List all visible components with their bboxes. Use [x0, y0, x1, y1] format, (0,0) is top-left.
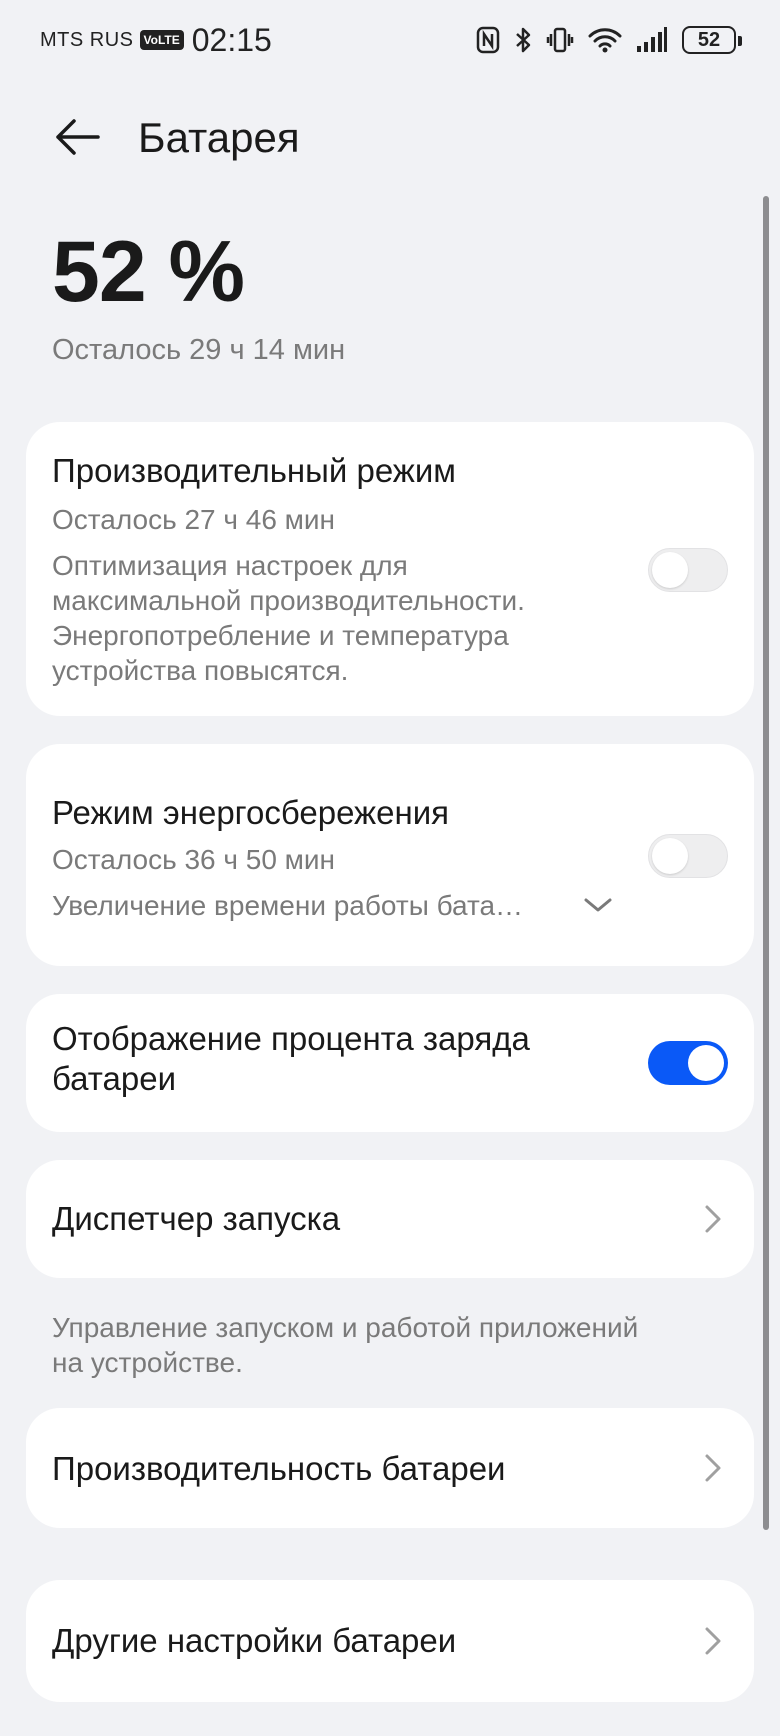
nfc-icon: [476, 26, 500, 54]
battery-icon: 52: [682, 26, 742, 54]
power-saving-description: Увеличение времени работы бата…: [52, 890, 524, 921]
battery-remaining-time: Осталось 29 ч 14 мин: [52, 334, 346, 366]
signal-icon: [636, 26, 668, 54]
wifi-icon: [588, 26, 622, 54]
show-percentage-toggle[interactable]: [648, 1041, 728, 1085]
battery-performance-title: Производительность батареи: [52, 1450, 506, 1487]
expand-chevron-icon[interactable]: [580, 888, 616, 924]
show-percentage-title-line: батареи: [52, 1060, 177, 1097]
show-percentage-card[interactable]: Отображение процента заряда батареи: [26, 994, 754, 1132]
launch-manager-title: Диспетчер запуска: [52, 1200, 341, 1237]
bluetooth-icon: [514, 26, 532, 54]
performance-mode-remaining: Осталось 27 ч 46 мин: [52, 504, 336, 535]
chevron-right-icon: [705, 1454, 721, 1482]
performance-mode-description-line: Энергопотребление и температура: [52, 620, 509, 651]
show-percentage-title-line: Отображение процента заряда: [52, 1020, 530, 1057]
back-arrow-icon: [56, 119, 100, 155]
power-saving-remaining: Осталось 36 ч 50 мин: [52, 844, 336, 875]
launch-manager-card[interactable]: Диспетчер запуска: [26, 1160, 754, 1278]
chevron-right-icon: [705, 1627, 721, 1655]
performance-mode-description-line: максимальной производительности.: [52, 585, 525, 616]
scrollbar[interactable]: [763, 196, 769, 1530]
power-saving-toggle[interactable]: [648, 834, 728, 878]
back-button[interactable]: [52, 112, 102, 162]
battery-percent: 52 %: [52, 224, 245, 320]
launch-manager-footnote-line: на устройстве.: [52, 1347, 243, 1378]
status-bar-left: MTS RUS VoLTE 02:15: [40, 18, 272, 62]
battery-performance-card[interactable]: Производительность батареи: [26, 1408, 754, 1528]
status-bar-right: 52: [476, 18, 742, 62]
performance-mode-description-line: устройства повысятся.: [52, 655, 349, 686]
power-saving-title: Режим энергосбережения: [52, 794, 450, 831]
vibrate-icon: [546, 26, 574, 54]
performance-mode-description-line: Оптимизация настроек для: [52, 550, 408, 581]
launch-manager-footnote-line: Управление запуском и работой приложений: [52, 1312, 639, 1343]
other-battery-settings-card[interactable]: Другие настройки батареи: [26, 1580, 754, 1702]
power-saving-card[interactable]: Режим энергосбережения Осталось 36 ч 50 …: [26, 744, 754, 966]
performance-mode-title: Производительный режим: [52, 452, 456, 489]
carrier-label: MTS RUS: [40, 28, 134, 51]
chevron-right-icon: [705, 1205, 721, 1233]
volte-badge: VoLTE: [139, 30, 184, 50]
battery-level: 52: [697, 28, 721, 51]
clock: 02:15: [191, 21, 272, 58]
performance-mode-toggle[interactable]: [648, 548, 728, 592]
other-battery-settings-title: Другие настройки батареи: [52, 1622, 457, 1659]
page-title: Батарея: [138, 114, 300, 161]
performance-mode-card[interactable]: Производительный режим Осталось 27 ч 46 …: [26, 422, 754, 716]
